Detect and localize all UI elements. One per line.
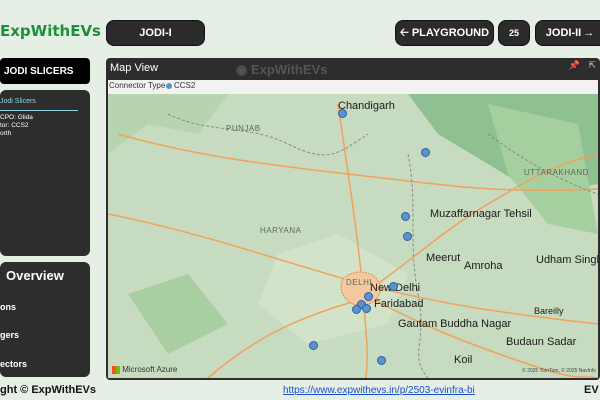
legend-item-ccs2[interactable]: CCS2 bbox=[174, 81, 195, 90]
station-marker[interactable] bbox=[403, 232, 412, 241]
station-marker[interactable] bbox=[338, 109, 347, 118]
station-marker[interactable] bbox=[309, 341, 318, 350]
station-marker[interactable] bbox=[364, 292, 373, 301]
place-label-budaun-sadar: Budaun Sadar bbox=[506, 336, 577, 348]
slicers-underline bbox=[0, 110, 78, 111]
slicer-line-region: orth bbox=[0, 130, 12, 137]
map-canvas[interactable]: Chandigarh PUNJAB UTTARAKHAND Muzaffarna… bbox=[108, 94, 598, 378]
place-label-meerut: Meerut bbox=[426, 252, 461, 264]
count-value: 25 bbox=[508, 28, 519, 38]
station-marker[interactable] bbox=[421, 148, 430, 157]
map-view-panel: Map View ◉ ExpWithEVs 📌 ⇱ Connector Type… bbox=[106, 58, 600, 380]
station-marker[interactable] bbox=[362, 304, 371, 313]
legend-dot-icon bbox=[166, 83, 172, 89]
place-label-udham-singh: Udham Singh N bbox=[536, 254, 598, 266]
station-marker[interactable] bbox=[401, 212, 410, 221]
footer-right: EV bbox=[584, 384, 599, 396]
watermark-pin-icon: ◉ bbox=[236, 62, 248, 77]
place-label-delhi: DELHI bbox=[346, 278, 373, 287]
overview-item-connectors[interactable]: ectors bbox=[0, 359, 27, 369]
place-label-koil: Koil bbox=[454, 354, 473, 366]
slicers-title: JODI SLICERS bbox=[4, 65, 74, 77]
place-label-chandigarh: Chandigarh bbox=[338, 100, 395, 112]
overview-item-stations[interactable]: ons bbox=[0, 302, 16, 312]
place-label-punjab: PUNJAB bbox=[226, 124, 261, 133]
jodi-1-button[interactable]: JODI-I bbox=[106, 20, 205, 46]
place-label-gautam-buddha-nagar: Gautam Buddha Nagar bbox=[398, 318, 512, 330]
attribution-text: Microsoft Azure bbox=[122, 365, 178, 374]
station-marker[interactable] bbox=[389, 282, 398, 291]
brand-logo-text: ExpWithEVs bbox=[0, 22, 101, 40]
footer-copyright: ght © ExpWithEVs bbox=[0, 384, 97, 396]
playground-label: PLAYGROUND bbox=[411, 27, 490, 39]
place-label-amroha: Amroha bbox=[464, 260, 503, 272]
place-label-haryana: HARYANA bbox=[260, 226, 302, 235]
place-label-uttarakhand: UTTARAKHAND bbox=[524, 168, 589, 177]
back-arrow-icon: 🡠 bbox=[399, 26, 409, 39]
place-label-bareilly: Bareilly bbox=[534, 306, 564, 316]
pin-icon[interactable]: 📌 bbox=[569, 60, 580, 71]
map-legend-bar: Connector Type CCS2 bbox=[108, 80, 598, 94]
overview-panel: Overview ons gers ectors bbox=[0, 262, 90, 377]
overview-title: Overview bbox=[6, 268, 64, 283]
playground-button[interactable]: 🡠 PLAYGROUND bbox=[395, 20, 494, 46]
map-attribution: Microsoft Azure bbox=[112, 365, 177, 374]
place-label-muzaffarnagar: Muzaffarnagar Tehsil bbox=[430, 208, 532, 220]
expand-icon[interactable]: ⇱ bbox=[588, 60, 596, 71]
station-marker[interactable] bbox=[377, 356, 386, 365]
jodi-2-button[interactable]: JODI-II → bbox=[535, 20, 600, 46]
legend-label: Connector Type bbox=[109, 81, 166, 90]
slicers-subtitle[interactable]: Jodi Slicers bbox=[0, 98, 36, 105]
footer-link[interactable]: https://www.expwithevs.in/p/2503-evinfra… bbox=[283, 385, 475, 396]
jodi-1-label: JODI-I bbox=[139, 27, 172, 39]
slicers-panel: Jodi Slicers CPO: Glida tor: CCS2 orth bbox=[0, 90, 90, 256]
slicers-header: JODI SLICERS bbox=[0, 58, 90, 84]
slicer-line-cpo: CPO: Glida bbox=[0, 114, 33, 121]
jodi-2-label: JODI-II bbox=[545, 27, 582, 39]
station-marker[interactable] bbox=[352, 305, 361, 314]
map-credits: © 2025 TomTom, © 2025 NavInfo bbox=[522, 368, 596, 374]
microsoft-logo-icon bbox=[112, 365, 120, 374]
slicer-line-connector: tor: CCS2 bbox=[0, 122, 29, 129]
map-title: Map View bbox=[110, 62, 159, 74]
brand-text: ExpWithEVs bbox=[0, 22, 101, 40]
count-badge: 25 bbox=[498, 20, 530, 46]
place-label-faridabad: Faridabad bbox=[374, 298, 424, 310]
arrow-right-icon: → bbox=[583, 27, 595, 39]
overview-item-chargers[interactable]: gers bbox=[0, 330, 19, 340]
map-watermark: ◉ ExpWithEVs bbox=[236, 62, 327, 78]
watermark-text: ExpWithEVs bbox=[250, 62, 328, 77]
